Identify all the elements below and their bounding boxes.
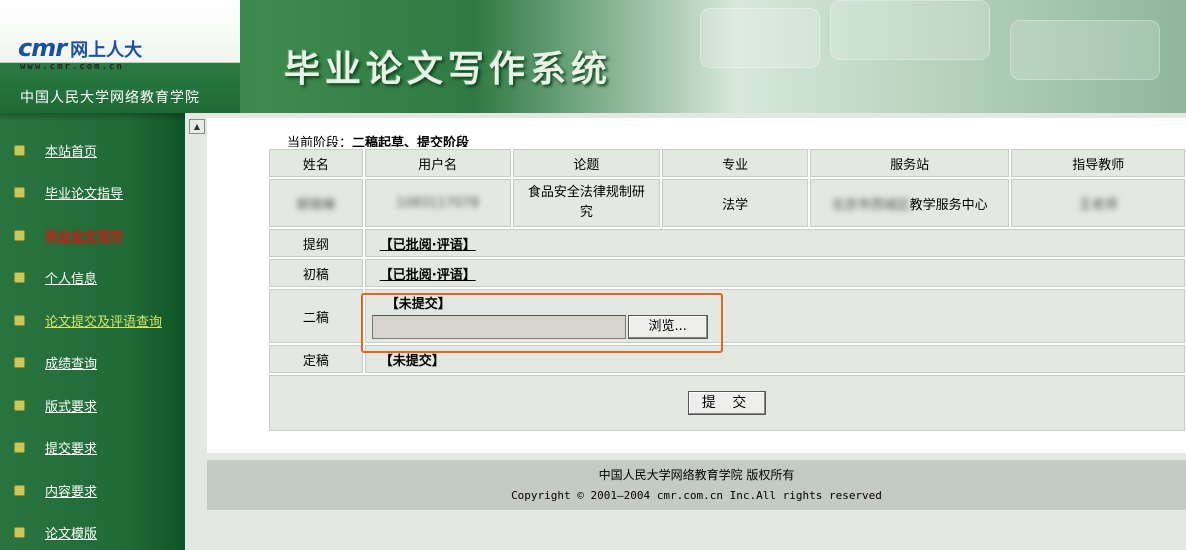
student-name-cell: 郭晓琳	[269, 179, 363, 227]
advisor-cell: 王老师	[1011, 179, 1185, 227]
table-row: 提纲 【已批阅·评语】	[269, 229, 1185, 257]
logo-area: cmr 网上人大 www.cmr.com.cn 中国人民大学网络教育学院	[0, 0, 240, 113]
column-header: 指导教师	[1011, 149, 1185, 177]
sidebar-item-content-req[interactable]: 内容要求	[0, 474, 185, 506]
bullet-icon	[14, 271, 25, 283]
scroll-up-icon[interactable]: ▲	[189, 119, 205, 134]
upload-highlight-box	[361, 293, 723, 353]
column-header: 专业	[662, 149, 808, 177]
submit-cell: 提 交	[269, 375, 1185, 431]
keyboard-key-decoration	[830, 0, 990, 60]
major: 法学	[722, 197, 749, 213]
stage-label-outline: 提纲	[269, 229, 363, 257]
column-header: 用户名	[364, 149, 511, 177]
sidebar-item-personal-info[interactable]: 个人信息	[0, 261, 185, 293]
sidebar-item-writing[interactable]: 毕业论文写作	[0, 219, 185, 251]
sidebar-item-label[interactable]: 提交要求	[45, 438, 97, 457]
column-header: 服务站	[809, 149, 1010, 177]
footer-copyright-cn: 中国人民大学网络教育学院 版权所有	[598, 468, 795, 482]
sidebar-item-template[interactable]: 论文模版	[0, 516, 185, 548]
bullet-icon	[14, 356, 25, 368]
stage-label-first-draft: 初稿	[269, 259, 363, 287]
keyboard-key-decoration	[1010, 20, 1160, 80]
stage-label-second-draft: 二稿	[269, 289, 363, 343]
sidebar-item-label[interactable]: 内容要求	[45, 481, 97, 500]
sidebar-item-label[interactable]: 论文模版	[45, 523, 97, 542]
bullet-icon	[14, 144, 25, 156]
bullet-icon	[14, 484, 25, 496]
username: 1083117078	[396, 195, 480, 211]
sidebar: 本站首页 毕业论文指导 毕业论文写作 个人信息 论文提交及评语查询 成绩查询 版…	[0, 113, 185, 550]
bullet-icon	[14, 399, 25, 411]
stage-status-cell: 【已批阅·评语】	[364, 259, 1185, 287]
column-header: 论题	[512, 149, 661, 177]
station-blurred: 北京市西城区	[831, 197, 910, 213]
major-cell: 法学	[662, 179, 808, 227]
submit-row: 提 交	[269, 375, 1185, 431]
stage-label-final: 定稿	[269, 345, 363, 373]
bullet-icon	[14, 526, 25, 538]
system-title: 毕业论文写作系统	[284, 49, 613, 90]
logo-url: www.cmr.com.cn	[20, 62, 124, 72]
submit-button[interactable]: 提 交	[688, 391, 766, 415]
sidebar-item-submit-req[interactable]: 提交要求	[0, 431, 185, 463]
thesis-table: 姓名 用户名 论题 专业 服务站 指导教师 郭晓琳 1083117078 食品安…	[267, 147, 1186, 433]
station-cell: 北京市西城区教学服务中心	[809, 179, 1010, 227]
footer: 中国人民大学网络教育学院 版权所有 Copyright © 2001—2004 …	[207, 460, 1186, 510]
sidebar-item-label[interactable]: 成绩查询	[45, 353, 97, 372]
station-suffix: 教学服务中心	[909, 197, 988, 213]
student-name: 郭晓琳	[296, 197, 336, 213]
sidebar-item-label[interactable]: 毕业论文指导	[45, 183, 123, 202]
bullet-icon	[14, 314, 25, 326]
footer-copyright-en: Copyright © 2001—2004 cmr.com.cn Inc.All…	[511, 489, 882, 502]
sidebar-item-grades[interactable]: 成绩查询	[0, 346, 185, 378]
sidebar-item-label[interactable]: 本站首页	[45, 141, 97, 160]
advisor: 王老师	[1078, 197, 1118, 213]
table-header-row: 姓名 用户名 论题 专业 服务站 指导教师	[269, 149, 1185, 177]
stage-status-cell: 【已批阅·评语】	[364, 229, 1185, 257]
username-cell: 1083117078	[364, 179, 511, 227]
column-header: 姓名	[269, 149, 363, 177]
main-content: ▲ 当前阶段：二稿起草、提交阶段 姓名 用户名 论题 专业 服务站 指导教师 郭…	[185, 113, 1186, 550]
bullet-icon	[14, 186, 25, 198]
final-status: 【未提交】	[379, 353, 445, 369]
first-draft-review-link[interactable]: 【已批阅·评语】	[380, 268, 476, 283]
header-banner: cmr 网上人大 www.cmr.com.cn 中国人民大学网络教育学院 毕业论…	[0, 0, 1186, 113]
sidebar-item-label[interactable]: 论文提交及评语查询	[45, 311, 162, 330]
sidebar-item-label[interactable]: 毕业论文写作	[45, 226, 123, 245]
keyboard-key-decoration	[700, 8, 820, 68]
bullet-icon	[14, 441, 25, 453]
sidebar-item-home[interactable]: 本站首页	[0, 134, 185, 166]
sidebar-item-submission[interactable]: 论文提交及评语查询	[0, 304, 185, 336]
outline-review-link[interactable]: 【已批阅·评语】	[380, 238, 476, 253]
logo-chinese: 网上人大	[70, 40, 143, 61]
sidebar-item-label[interactable]: 版式要求	[45, 396, 97, 415]
sidebar-item-format[interactable]: 版式要求	[0, 389, 185, 421]
school-name: 中国人民大学网络教育学院	[20, 90, 200, 106]
topic: 食品安全法律规制研究	[527, 185, 645, 220]
bullet-icon	[14, 229, 25, 241]
topic-cell: 食品安全法律规制研究	[512, 179, 661, 227]
sidebar-item-label[interactable]: 个人信息	[45, 268, 97, 287]
table-row: 郭晓琳 1083117078 食品安全法律规制研究 法学 北京市西城区教学服务中…	[269, 179, 1185, 227]
logo-brand: cmr	[18, 34, 67, 62]
table-row: 初稿 【已批阅·评语】	[269, 259, 1185, 287]
site-logo[interactable]: cmr 网上人大	[18, 34, 142, 62]
sidebar-item-guidance[interactable]: 毕业论文指导	[0, 176, 185, 208]
